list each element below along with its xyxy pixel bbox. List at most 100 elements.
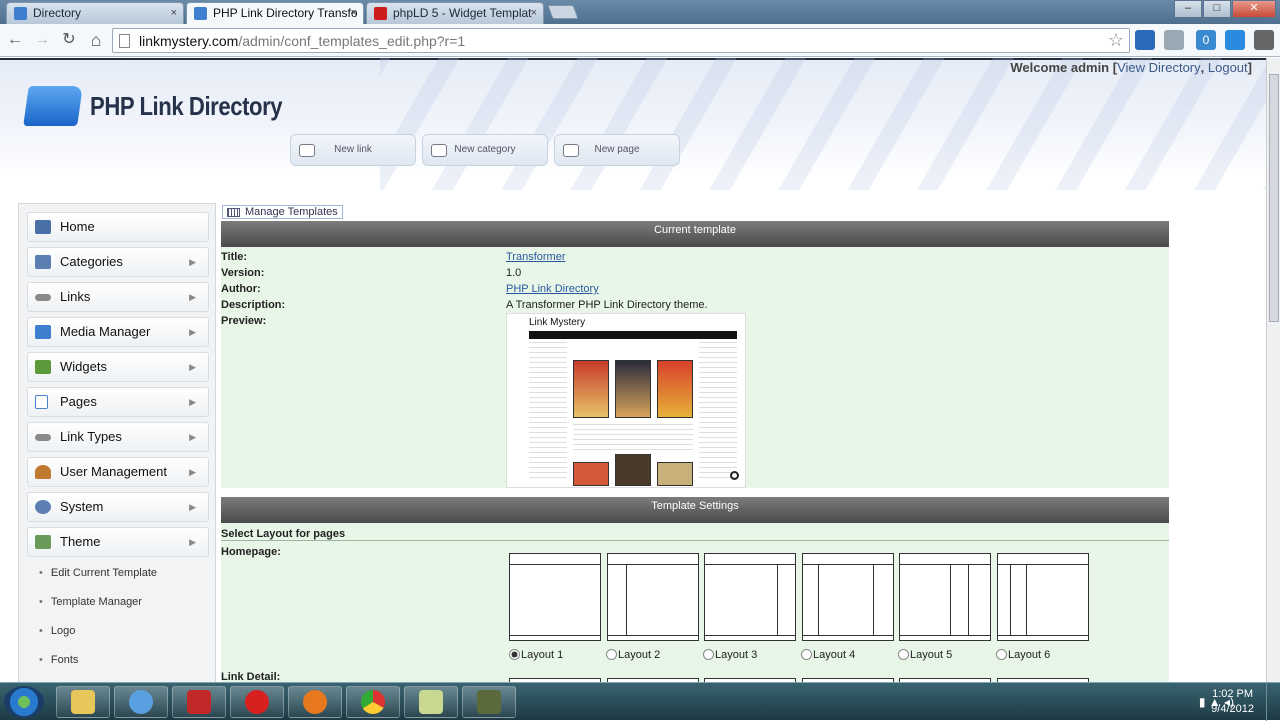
youtube-icon xyxy=(374,7,387,20)
homepage-label: Homepage: xyxy=(221,546,281,558)
browser-tab-directory[interactable]: Directory × xyxy=(6,2,184,24)
submenu-template-manager[interactable]: Template Manager xyxy=(39,596,142,608)
extension-counter-icon[interactable]: 0 xyxy=(1196,30,1216,50)
manage-templates-link[interactable]: Manage Templates xyxy=(222,205,343,219)
new-category-label: New category xyxy=(454,144,516,155)
layout-2-radio[interactable]: Layout 2 xyxy=(606,649,660,661)
layout-header-line xyxy=(900,564,990,565)
new-category-button[interactable]: New category xyxy=(422,134,548,166)
bookmark-star-icon[interactable]: ☆ xyxy=(1108,30,1124,51)
theme-icon xyxy=(35,535,51,549)
sidebar-item-widgets[interactable]: Widgets ▶ xyxy=(27,352,209,382)
close-icon[interactable]: × xyxy=(351,3,357,24)
layout-3-radio[interactable]: Layout 3 xyxy=(703,649,757,661)
show-desktop-button[interactable] xyxy=(1266,683,1280,721)
layout-header-line xyxy=(608,564,698,565)
extension-blue-icon[interactable] xyxy=(1225,30,1245,50)
extension-download-icon[interactable] xyxy=(1164,30,1184,50)
layout-footer-line xyxy=(998,635,1088,636)
back-button[interactable]: ← xyxy=(4,30,26,50)
browser-tab-phpld-widget[interactable]: phpLD 5 - Widget Templat × xyxy=(366,2,544,24)
layout-5-radio[interactable]: Layout 5 xyxy=(898,649,952,661)
layout-2-thumbnail[interactable] xyxy=(607,553,699,641)
current-template-header: Current template xyxy=(221,221,1169,247)
new-link-label: New link xyxy=(334,144,372,155)
scrollbar-thumb[interactable] xyxy=(1269,74,1279,322)
layout-3-thumbnail[interactable] xyxy=(704,553,796,641)
taskbar-firefox[interactable] xyxy=(288,686,342,718)
browser-toolbar: ← → ↻ ⌂ linkmystery.com/admin/conf_templ… xyxy=(0,24,1280,57)
new-page-button[interactable]: New page xyxy=(554,134,680,166)
minimize-button[interactable]: – xyxy=(1174,0,1202,18)
sidebar-item-pages[interactable]: Pages ▶ xyxy=(27,387,209,417)
taskbar-safari[interactable] xyxy=(114,686,168,718)
new-link-button[interactable]: New link xyxy=(290,134,416,166)
close-icon[interactable]: × xyxy=(171,3,177,24)
new-tab-button[interactable] xyxy=(547,5,579,19)
home-button[interactable]: ⌂ xyxy=(85,30,107,50)
template-title-link[interactable]: Transformer xyxy=(506,251,566,263)
gear-icon xyxy=(35,500,51,514)
layout-4-thumbnail[interactable] xyxy=(802,553,894,641)
template-preview-image[interactable]: Link Mystery xyxy=(506,313,746,488)
admin-sidebar: Home Categories ▶ Links ▶ Media Manager ▶ W… xyxy=(18,203,216,682)
layout-5-label: Layout 5 xyxy=(910,649,953,661)
sidebar-item-home[interactable]: Home xyxy=(27,212,209,242)
wrench-icon[interactable] xyxy=(1254,30,1274,50)
extension-badge: 0 xyxy=(1202,33,1210,47)
sidebar-item-media-manager[interactable]: Media Manager ▶ xyxy=(27,317,209,347)
radio-icon xyxy=(996,649,1007,660)
taskbar-camtasia[interactable] xyxy=(462,686,516,718)
submenu-edit-current-template[interactable]: Edit Current Template xyxy=(39,567,157,579)
reload-button[interactable]: ↻ xyxy=(58,30,80,50)
sidebar-item-links[interactable]: Links ▶ xyxy=(27,282,209,312)
layout-5-thumbnail[interactable] xyxy=(899,553,991,641)
logo-text: PHP Link Directory xyxy=(90,90,283,121)
site-logo[interactable]: PHP Link Directory xyxy=(23,86,316,126)
taskbar-chrome[interactable] xyxy=(346,686,400,718)
taskbar-opera[interactable] xyxy=(230,686,284,718)
sidebar-item-system[interactable]: System ▶ xyxy=(27,492,209,522)
sidebar-item-link-types[interactable]: Link Types ▶ xyxy=(27,422,209,452)
chevron-right-icon: ▶ xyxy=(189,362,196,372)
preview-cover-1 xyxy=(573,360,609,418)
taskbar-notes[interactable] xyxy=(404,686,458,718)
view-directory-link[interactable]: View Directory xyxy=(1117,60,1201,75)
welcome-bar: Welcome admin [View Directory, Logout] xyxy=(1010,60,1252,75)
clock-date: 9/4/2012 xyxy=(1211,703,1254,715)
chevron-right-icon: ▶ xyxy=(189,292,196,302)
sidebar-item-theme[interactable]: Theme ▶ xyxy=(27,527,209,557)
preview-cover-5 xyxy=(615,454,651,486)
layout-header-line xyxy=(510,564,600,565)
layout-1-radio[interactable]: Layout 1 xyxy=(509,649,563,661)
layout-header-line xyxy=(705,564,795,565)
submenu-logo[interactable]: Logo xyxy=(39,625,75,637)
explorer-icon xyxy=(71,690,95,714)
forward-button[interactable]: → xyxy=(31,30,53,50)
welcome-separator: , xyxy=(1200,60,1205,75)
vertical-scrollbar[interactable] xyxy=(1266,58,1280,682)
start-button[interactable] xyxy=(4,686,44,718)
layout-6-thumbnail[interactable] xyxy=(997,553,1089,641)
zoom-icon[interactable] xyxy=(730,471,739,480)
layout-6-radio[interactable]: Layout 6 xyxy=(996,649,1050,661)
sidebar-item-user-management[interactable]: User Management ▶ xyxy=(27,457,209,487)
maximize-button[interactable]: □ xyxy=(1203,0,1231,18)
logout-link[interactable]: Logout xyxy=(1208,60,1248,75)
taskbar-explorer[interactable] xyxy=(56,686,110,718)
submenu-fonts[interactable]: Fonts xyxy=(39,654,79,666)
close-window-button[interactable]: ✕ xyxy=(1232,0,1276,18)
extension-monitor-icon[interactable] xyxy=(1135,30,1155,50)
layout-1-thumbnail[interactable] xyxy=(509,553,601,641)
taskbar-filezilla[interactable] xyxy=(172,686,226,718)
welcome-text: Welcome admin [ xyxy=(1010,60,1118,75)
close-icon[interactable]: × xyxy=(531,3,537,24)
taskbar-clock[interactable]: 1:02 PM 9/4/2012 xyxy=(1211,687,1254,717)
layout-4-radio[interactable]: Layout 4 xyxy=(801,649,855,661)
layout-3-label: Layout 3 xyxy=(715,649,758,661)
layout-footer-line xyxy=(705,635,795,636)
sidebar-item-categories[interactable]: Categories ▶ xyxy=(27,247,209,277)
template-author-link[interactable]: PHP Link Directory xyxy=(506,283,599,295)
browser-tab-php-link-directory[interactable]: PHP Link Directory Transfo × xyxy=(186,2,364,24)
address-bar[interactable]: linkmystery.com/admin/conf_templates_edi… xyxy=(112,28,1130,53)
